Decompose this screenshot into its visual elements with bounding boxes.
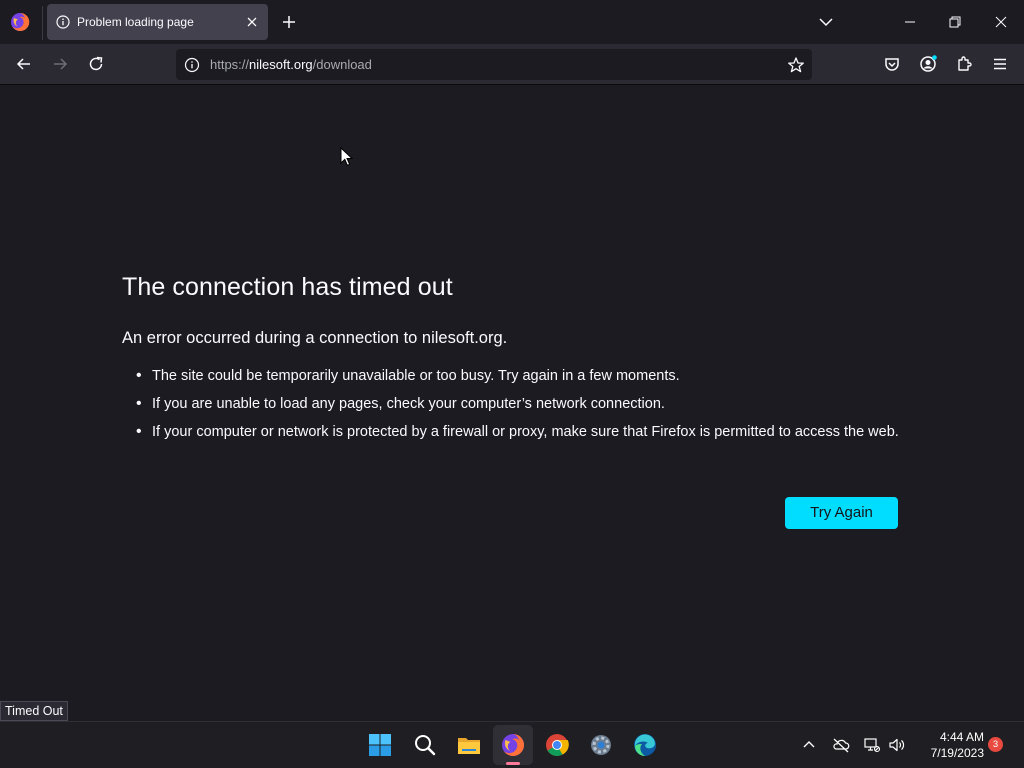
error-subtitle: An error occurred during a connection to…	[122, 329, 508, 347]
file-explorer-icon[interactable]	[456, 732, 482, 758]
tab-problem-loading-page[interactable]: Problem loading page	[47, 4, 268, 40]
taskbar: 4:44 AM 7/19/2023 3	[0, 721, 1024, 768]
bookmark-star-icon[interactable]	[787, 56, 805, 74]
close-window-icon[interactable]	[991, 12, 1011, 32]
firefox-icon[interactable]	[500, 732, 526, 758]
list-item: If your computer or network is protected…	[122, 422, 902, 442]
error-title: The connection has timed out	[122, 273, 453, 301]
clock-date: 7/19/2023	[930, 746, 984, 760]
account-icon[interactable]	[918, 54, 938, 74]
firefox-menu-icon[interactable]	[10, 12, 30, 32]
chrome-icon[interactable]	[544, 732, 570, 758]
navigation-toolbar: https://nilesoft.org/download	[0, 44, 1024, 85]
show-hidden-icons-icon[interactable]	[800, 736, 818, 754]
close-tab-icon[interactable]	[244, 14, 260, 30]
tab-separator	[42, 6, 43, 40]
try-again-button[interactable]: Try Again	[785, 497, 898, 529]
active-app-indicator	[506, 762, 520, 765]
url-text[interactable]: https://nilesoft.org/download	[210, 57, 372, 72]
url-host: nilesoft.org	[249, 57, 313, 72]
error-page: The connection has timed out An error oc…	[0, 85, 1024, 721]
list-item: If you are unable to load any pages, che…	[122, 394, 902, 414]
new-tab-icon[interactable]	[280, 13, 298, 31]
site-info-icon[interactable]	[184, 57, 200, 73]
restore-icon[interactable]	[945, 12, 965, 32]
volume-icon[interactable]	[887, 736, 905, 754]
tab-strip: Problem loading page	[0, 0, 1024, 44]
tab-title: Problem loading page	[77, 15, 194, 29]
notification-badge[interactable]: 3	[988, 737, 1003, 752]
search-icon[interactable]	[412, 732, 438, 758]
extensions-icon[interactable]	[954, 54, 974, 74]
pocket-icon[interactable]	[882, 54, 902, 74]
url-bar[interactable]: https://nilesoft.org/download	[176, 49, 812, 80]
reload-icon[interactable]	[86, 54, 106, 74]
info-icon	[56, 15, 70, 29]
status-panel: Timed Out	[0, 701, 68, 721]
edge-icon[interactable]	[632, 732, 658, 758]
minimize-icon[interactable]	[900, 12, 920, 32]
network-icon[interactable]	[863, 736, 881, 754]
start-icon[interactable]	[367, 732, 393, 758]
clock-time: 4:44 AM	[939, 730, 984, 744]
system-clock[interactable]: 4:44 AM 7/19/2023	[914, 729, 984, 761]
url-scheme: https://	[210, 57, 250, 72]
url-path: /download	[312, 57, 372, 72]
app-menu-icon[interactable]	[990, 54, 1010, 74]
mouse-cursor-icon	[340, 147, 354, 166]
settings-icon[interactable]	[588, 732, 614, 758]
list-item: The site could be temporarily unavailabl…	[122, 366, 902, 386]
back-icon[interactable]	[14, 54, 34, 74]
forward-icon[interactable]	[50, 54, 70, 74]
list-all-tabs-icon[interactable]	[817, 13, 835, 31]
onedrive-offline-icon[interactable]	[832, 736, 850, 754]
error-suggestions: The site could be temporarily unavailabl…	[122, 366, 902, 450]
